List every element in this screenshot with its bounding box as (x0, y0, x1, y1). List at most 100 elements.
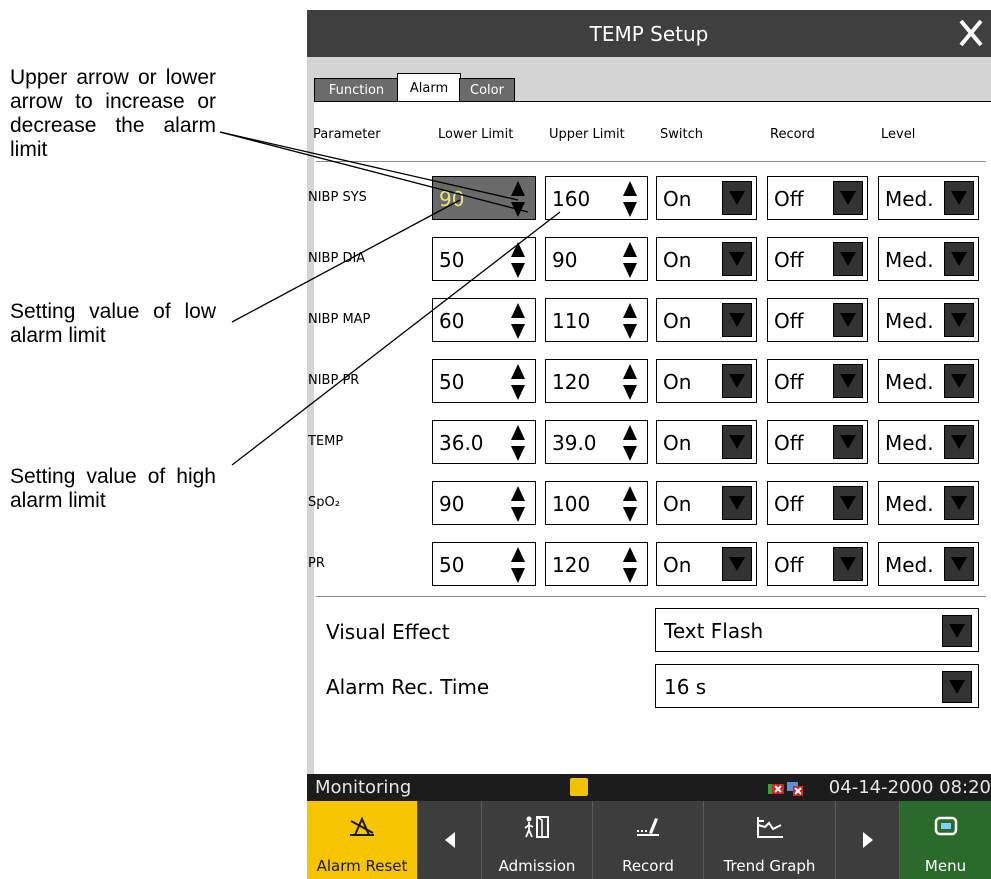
parameter-label: NIBP MAP (308, 312, 371, 327)
record-dropdown[interactable]: Off (767, 298, 868, 342)
lower-limit-input[interactable]: 50 (432, 542, 536, 586)
chevron-down-icon[interactable] (722, 486, 752, 520)
chevron-down-icon[interactable] (944, 242, 974, 276)
chevron-down-icon[interactable] (942, 615, 972, 647)
level-value: Med. (885, 248, 934, 272)
lower-limit-input[interactable]: 50 (432, 359, 536, 403)
alarm-rec-time-value: 16 s (664, 675, 707, 699)
alarm-rec-time-dropdown[interactable]: 16 s (655, 664, 979, 708)
chevron-down-icon[interactable] (944, 547, 974, 581)
up-down-arrow-icon[interactable] (509, 543, 527, 587)
switch-dropdown[interactable]: On (656, 237, 757, 281)
level-dropdown[interactable]: Med. (878, 542, 979, 586)
admission-button[interactable]: Admission (482, 801, 593, 879)
upper-limit-input[interactable]: 100 (545, 481, 648, 525)
switch-value: On (663, 187, 692, 211)
switch-dropdown[interactable]: On (656, 298, 757, 342)
up-down-arrow-icon[interactable] (509, 177, 527, 221)
chevron-down-icon[interactable] (722, 181, 752, 215)
record-icon (635, 815, 661, 843)
page-left-button[interactable] (418, 801, 482, 879)
alarm-reset-button[interactable]: Alarm Reset (307, 801, 418, 879)
chevron-down-icon[interactable] (722, 364, 752, 398)
up-down-arrow-icon[interactable] (509, 482, 527, 526)
upper-limit-input[interactable]: 110 (545, 298, 648, 342)
chevron-down-icon[interactable] (833, 181, 863, 215)
lower-limit-input[interactable]: 50 (432, 237, 536, 281)
switch-dropdown[interactable]: On (656, 481, 757, 525)
trend-graph-icon (755, 815, 785, 843)
chevron-down-icon[interactable] (833, 303, 863, 337)
lower-limit-input[interactable]: 36.0 (432, 420, 536, 464)
close-icon[interactable] (951, 13, 991, 53)
switch-dropdown[interactable]: On (656, 176, 757, 220)
chevron-down-icon[interactable] (833, 547, 863, 581)
record-dropdown[interactable]: Off (767, 420, 868, 464)
record-dropdown[interactable]: Off (767, 237, 868, 281)
tab-color[interactable]: Color (459, 78, 515, 103)
up-down-arrow-icon[interactable] (509, 238, 527, 282)
record-dropdown[interactable]: Off (767, 481, 868, 525)
tab-function[interactable]: Function (314, 78, 399, 103)
level-value: Med. (885, 370, 934, 394)
switch-dropdown[interactable]: On (656, 359, 757, 403)
switch-value: On (663, 370, 692, 394)
up-down-arrow-icon[interactable] (621, 238, 639, 282)
record-dropdown[interactable]: Off (767, 359, 868, 403)
header-lower-limit: Lower Limit (438, 127, 514, 142)
level-dropdown[interactable]: Med. (878, 359, 979, 403)
lower-limit-value: 50 (439, 370, 465, 394)
record-button[interactable]: Record (593, 801, 704, 879)
up-down-arrow-icon[interactable] (621, 482, 639, 526)
chevron-down-icon[interactable] (722, 425, 752, 459)
chevron-down-icon[interactable] (833, 364, 863, 398)
visual-effect-dropdown[interactable]: Text Flash (655, 608, 979, 652)
switch-value: On (663, 492, 692, 516)
up-down-arrow-icon[interactable] (509, 421, 527, 465)
upper-limit-input[interactable]: 160 (545, 176, 648, 220)
chevron-down-icon[interactable] (942, 671, 972, 703)
upper-limit-value: 100 (552, 492, 591, 516)
up-down-arrow-icon[interactable] (621, 543, 639, 587)
level-value: Med. (885, 492, 934, 516)
switch-dropdown[interactable]: On (656, 420, 757, 464)
up-down-arrow-icon[interactable] (621, 421, 639, 465)
chevron-down-icon[interactable] (722, 547, 752, 581)
upper-limit-input[interactable]: 90 (545, 237, 648, 281)
record-value: Off (774, 187, 804, 211)
up-down-arrow-icon[interactable] (621, 360, 639, 404)
menu-button[interactable]: Menu (900, 801, 991, 879)
lower-limit-input[interactable]: 90 (432, 481, 536, 525)
record-dropdown[interactable]: Off (767, 176, 868, 220)
up-down-arrow-icon[interactable] (621, 299, 639, 343)
upper-limit-input[interactable]: 39.0 (545, 420, 648, 464)
upper-limit-input[interactable]: 120 (545, 359, 648, 403)
chevron-down-icon[interactable] (833, 486, 863, 520)
level-dropdown[interactable]: Med. (878, 176, 979, 220)
chevron-down-icon[interactable] (833, 425, 863, 459)
chevron-down-icon[interactable] (944, 181, 974, 215)
chevron-down-icon[interactable] (944, 486, 974, 520)
trend-graph-button[interactable]: Trend Graph (704, 801, 836, 879)
chevron-down-icon[interactable] (944, 303, 974, 337)
page-right-button[interactable] (836, 801, 900, 879)
upper-limit-value: 120 (552, 553, 591, 577)
level-dropdown[interactable]: Med. (878, 237, 979, 281)
chevron-down-icon[interactable] (944, 425, 974, 459)
record-dropdown[interactable]: Off (767, 542, 868, 586)
level-dropdown[interactable]: Med. (878, 420, 979, 464)
up-down-arrow-icon[interactable] (621, 177, 639, 221)
up-down-arrow-icon[interactable] (509, 299, 527, 343)
chevron-down-icon[interactable] (722, 303, 752, 337)
up-down-arrow-icon[interactable] (509, 360, 527, 404)
upper-limit-input[interactable]: 120 (545, 542, 648, 586)
switch-dropdown[interactable]: On (656, 542, 757, 586)
lower-limit-input[interactable]: 90 (432, 176, 536, 220)
level-dropdown[interactable]: Med. (878, 298, 979, 342)
chevron-down-icon[interactable] (944, 364, 974, 398)
tab-alarm[interactable]: Alarm (397, 73, 461, 104)
lower-limit-input[interactable]: 60 (432, 298, 536, 342)
chevron-down-icon[interactable] (833, 242, 863, 276)
chevron-down-icon[interactable] (722, 242, 752, 276)
level-dropdown[interactable]: Med. (878, 481, 979, 525)
